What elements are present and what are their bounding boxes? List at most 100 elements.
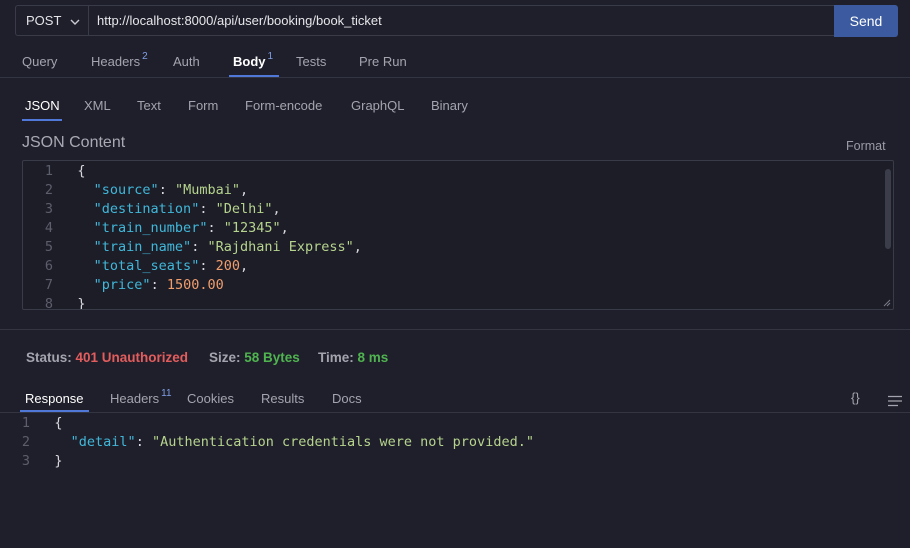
colon: : xyxy=(135,434,152,450)
brace: { xyxy=(54,415,63,431)
colon: : xyxy=(150,277,167,293)
tab-query[interactable]: Query xyxy=(22,54,57,69)
json-key: "price" xyxy=(93,277,151,293)
size-info: Size: 58 Bytes xyxy=(209,350,300,365)
time-label: Time: xyxy=(318,350,354,365)
subtab-form[interactable]: Form xyxy=(188,98,218,113)
method-value: POST xyxy=(26,13,62,28)
send-button[interactable]: Send xyxy=(834,5,898,37)
tab-body[interactable]: Body 1 xyxy=(233,51,273,69)
subtab-label: XML xyxy=(84,98,111,113)
json-value: 1500.00 xyxy=(166,277,224,293)
brace: } xyxy=(54,453,63,469)
url-input[interactable]: http://localhost:8000/api/user/booking/b… xyxy=(88,5,835,36)
tab-label: Results xyxy=(261,391,305,406)
json-key: "train_number" xyxy=(93,220,208,236)
json-value: "Rajdhani Express" xyxy=(207,239,354,255)
braces-icon[interactable]: {} xyxy=(851,390,860,405)
json-value: "Mumbai" xyxy=(174,182,240,198)
json-key: "destination" xyxy=(93,201,200,217)
subtab-label: Text xyxy=(137,98,161,113)
editor-scrollbar[interactable] xyxy=(885,169,891,249)
json-key: "total_seats" xyxy=(93,258,200,274)
response-tab-cookies[interactable]: Cookies xyxy=(187,391,234,406)
response-tabs-divider xyxy=(0,412,910,413)
code-line: 2 "detail": "Authentication credentials … xyxy=(0,433,910,452)
line-number: 5 xyxy=(44,239,53,255)
line-number: 3 xyxy=(21,453,30,469)
colon: : xyxy=(199,201,216,217)
line-number: 4 xyxy=(44,220,53,236)
comma: , xyxy=(280,220,289,236)
tab-label: Docs xyxy=(332,391,362,406)
line-number: 6 xyxy=(44,258,53,274)
subtab-label: Form xyxy=(188,98,219,113)
colon: : xyxy=(199,258,216,274)
json-key: "train_name" xyxy=(93,239,192,255)
tab-label: Headers xyxy=(91,54,141,69)
brace: { xyxy=(77,163,86,179)
code-line: 1 { xyxy=(0,414,910,433)
gutter-space xyxy=(53,239,77,255)
line-number: 1 xyxy=(44,163,53,179)
code-line: 7 "price": 1500.00 xyxy=(23,276,893,295)
subtab-binary[interactable]: Binary xyxy=(431,98,468,113)
response-tab-results[interactable]: Results xyxy=(261,391,304,406)
subtab-xml[interactable]: XML xyxy=(84,98,111,113)
colon: : xyxy=(191,239,208,255)
size-label: Size: xyxy=(209,350,241,365)
line-number: 8 xyxy=(44,296,53,310)
tabs-divider xyxy=(0,77,910,78)
tab-label: Query xyxy=(22,54,58,69)
status-label: Status: xyxy=(26,350,72,365)
tab-auth[interactable]: Auth xyxy=(173,54,200,69)
tab-pre-run[interactable]: Pre Run xyxy=(359,54,407,69)
response-tab-docs[interactable]: Docs xyxy=(332,391,362,406)
subtab-graphql[interactable]: GraphQL xyxy=(351,98,404,113)
resize-handle-icon[interactable] xyxy=(883,299,891,307)
gutter-space xyxy=(53,201,77,217)
line-number: 1 xyxy=(21,415,30,431)
code-line: 3 } xyxy=(0,452,910,471)
json-key: "detail" xyxy=(70,434,136,450)
subtab-label: GraphQL xyxy=(351,98,405,113)
tab-headers[interactable]: Headers 2 xyxy=(91,51,148,69)
colon: : xyxy=(207,220,224,236)
comma: , xyxy=(239,182,249,198)
gutter-space xyxy=(53,277,77,293)
gutter-space xyxy=(53,296,77,309)
code-line: 4 "train_number": "12345", xyxy=(23,219,893,238)
subtab-form-encode[interactable]: Form-encode xyxy=(245,98,322,113)
code-line: 2 "source": "Mumbai", xyxy=(23,181,893,200)
request-body-editor[interactable]: 1 {2 "source": "Mumbai", 3 "destination":… xyxy=(22,160,894,310)
gutter-space xyxy=(53,163,77,179)
format-button[interactable]: Format xyxy=(846,139,886,153)
response-tab-headers[interactable]: Headers 11 xyxy=(110,388,172,406)
method-select[interactable]: POST xyxy=(15,5,88,36)
gutter-space xyxy=(30,453,54,469)
subtab-label: Binary xyxy=(431,98,468,113)
chevron-down-icon xyxy=(70,19,80,25)
response-tab-response[interactable]: Response xyxy=(25,391,84,406)
gutter-space xyxy=(53,220,77,236)
menu-icon[interactable] xyxy=(888,395,902,407)
json-value: "Delhi" xyxy=(215,201,273,217)
json-value: 200 xyxy=(215,258,240,274)
code-line: 8 } xyxy=(23,295,893,310)
line-number: 2 xyxy=(44,182,53,198)
subtab-json[interactable]: JSON xyxy=(25,98,60,113)
status-info: Status: 401 Unauthorized xyxy=(26,350,188,365)
tab-label: Tests xyxy=(296,54,327,69)
code-line: 3 "destination": "Delhi", xyxy=(23,200,893,219)
subtab-text[interactable]: Text xyxy=(137,98,161,113)
code-line: 1 { xyxy=(23,162,893,181)
line-number: 2 xyxy=(21,434,30,450)
tab-tests[interactable]: Tests xyxy=(296,54,326,69)
tab-label: Pre Run xyxy=(359,54,407,69)
url-value: http://localhost:8000/api/user/booking/b… xyxy=(97,13,382,28)
tab-label: Cookies xyxy=(187,391,234,406)
subtab-label: JSON xyxy=(25,98,60,113)
json-content-label: JSON Content xyxy=(22,134,126,151)
